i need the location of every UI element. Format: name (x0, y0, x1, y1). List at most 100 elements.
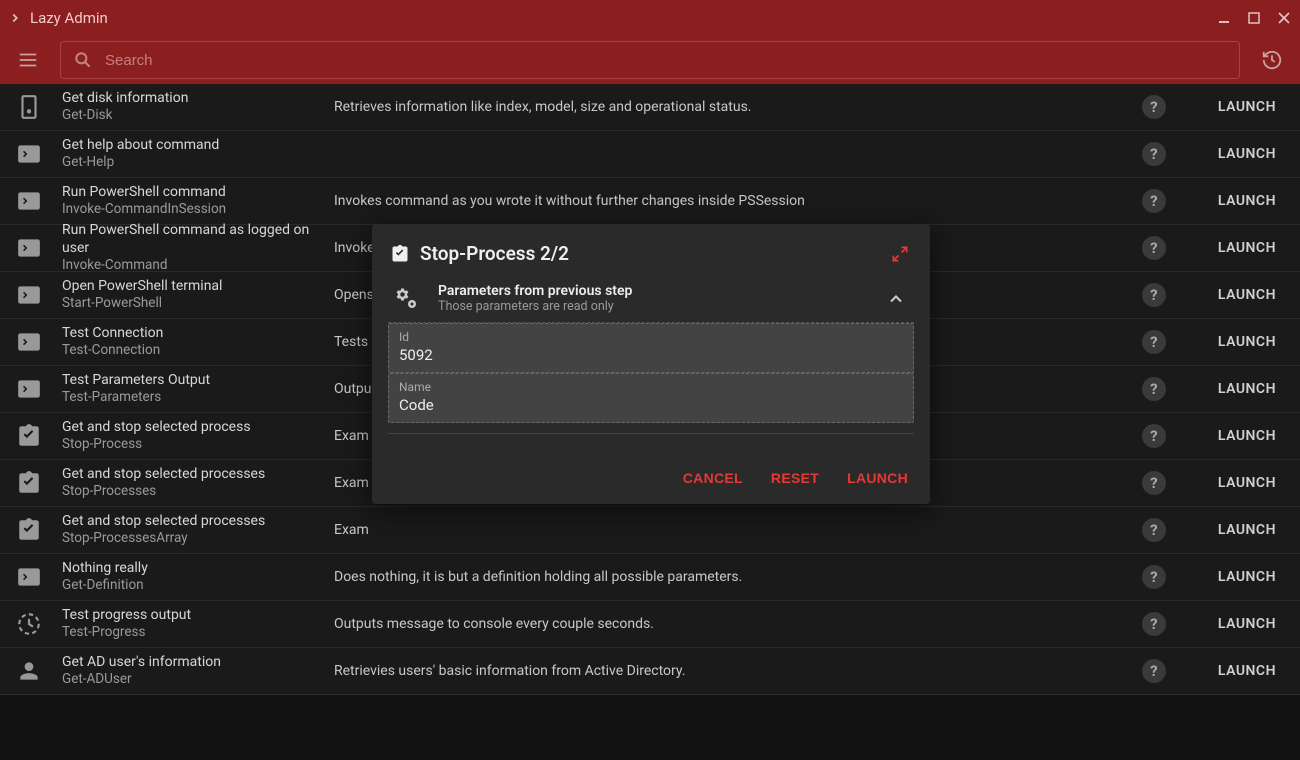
search-icon (73, 50, 93, 70)
launch-button[interactable]: LAUNCH (1208, 140, 1286, 168)
row-text: Get disk informationGet-Disk (62, 90, 316, 124)
help-button[interactable]: ? (1142, 142, 1166, 166)
help-button[interactable]: ? (1142, 189, 1166, 213)
section-title: Parameters from previous step (438, 283, 866, 299)
field-value: Code (399, 396, 903, 414)
launch-button[interactable]: LAUNCH (1208, 469, 1286, 497)
readonly-field: Id5092 (388, 323, 914, 373)
collapse-button[interactable] (882, 285, 910, 313)
launch-button[interactable]: LAUNCH (1208, 563, 1286, 591)
expand-button[interactable] (890, 244, 910, 264)
list-item[interactable]: Get help about commandGet-Help?LAUNCH (0, 131, 1300, 178)
row-text: Test Parameters OutputTest-Parameters (62, 372, 316, 406)
help-button[interactable]: ? (1142, 424, 1166, 448)
command-name: Get-ADUser (62, 671, 316, 688)
terminal-icon (14, 280, 44, 310)
command-title: Get help about command (62, 137, 316, 155)
help-button[interactable]: ? (1142, 330, 1166, 354)
command-title: Run PowerShell command as logged on user (62, 222, 316, 257)
maximize-button[interactable] (1246, 10, 1262, 26)
launch-button[interactable]: LAUNCH (1208, 328, 1286, 356)
command-title: Get and stop selected processes (62, 466, 316, 484)
command-name: Test-Parameters (62, 389, 316, 406)
field-label: Name (399, 380, 903, 394)
command-name: Stop-ProcessesArray (62, 530, 316, 547)
row-text: Nothing reallyGet-Definition (62, 560, 316, 594)
launch-button[interactable]: LAUNCH (1208, 422, 1286, 450)
row-text: Get AD user's informationGet-ADUser (62, 654, 316, 688)
launch-button[interactable]: LAUNCH (1208, 610, 1286, 638)
toolbar (0, 36, 1300, 84)
terminal-icon (14, 562, 44, 592)
list-item[interactable]: Run PowerShell commandInvoke-CommandInSe… (0, 178, 1300, 225)
terminal-icon (14, 186, 44, 216)
row-text: Open PowerShell terminalStart-PowerShell (62, 278, 316, 312)
disk-icon (14, 92, 44, 122)
command-title: Get AD user's information (62, 654, 316, 672)
close-button[interactable] (1276, 10, 1292, 26)
list-item[interactable]: Get and stop selected processesStop-Proc… (0, 507, 1300, 554)
command-title: Run PowerShell command (62, 184, 316, 202)
list-item[interactable]: Get disk informationGet-Disk Retrieves in… (0, 84, 1300, 131)
command-description: Retrieves information like index, model,… (334, 99, 1124, 115)
dialog-launch-button[interactable]: LAUNCH (847, 470, 908, 486)
help-button[interactable]: ? (1142, 471, 1166, 495)
launch-button[interactable]: LAUNCH (1208, 516, 1286, 544)
launch-button[interactable]: LAUNCH (1208, 234, 1286, 262)
dialog-title: Stop-Process 2/2 (420, 242, 880, 265)
dialog-fields: Id5092 Name Code (388, 322, 914, 423)
launch-button[interactable]: LAUNCH (1208, 281, 1286, 309)
row-text: Get and stop selected processesStop-Proc… (62, 466, 316, 500)
help-button[interactable]: ? (1142, 377, 1166, 401)
readonly-field: Name Code (388, 373, 914, 423)
cancel-button[interactable]: CANCEL (683, 470, 743, 486)
help-button[interactable]: ? (1142, 612, 1166, 636)
help-button[interactable]: ? (1142, 518, 1166, 542)
help-button[interactable]: ? (1142, 565, 1166, 589)
user-icon (14, 656, 44, 686)
terminal-icon (14, 327, 44, 357)
help-button[interactable]: ? (1142, 95, 1166, 119)
progress-icon (14, 609, 44, 639)
row-text: Run PowerShell command as logged on user… (62, 222, 316, 274)
titlebar: Lazy Admin (0, 0, 1300, 36)
launch-button[interactable]: LAUNCH (1208, 375, 1286, 403)
window-controls (1216, 10, 1292, 26)
menu-button[interactable] (14, 46, 42, 74)
row-text: Get and stop selected processesStop-Proc… (62, 513, 316, 547)
help-button[interactable]: ? (1142, 659, 1166, 683)
list-item[interactable]: Get AD user's informationGet-ADUserRetri… (0, 648, 1300, 695)
search-box[interactable] (60, 41, 1240, 79)
command-title: Test Connection (62, 325, 316, 343)
gears-icon (392, 287, 422, 311)
command-name: Test-Progress (62, 624, 316, 641)
history-button[interactable] (1258, 46, 1286, 74)
list-item[interactable]: Test progress outputTest-ProgressOutputs… (0, 601, 1300, 648)
dialog-section-header[interactable]: Parameters from previous step Those para… (372, 275, 930, 322)
reset-button[interactable]: RESET (771, 470, 819, 486)
terminal-icon (14, 374, 44, 404)
command-name: Test-Connection (62, 342, 316, 359)
help-button[interactable]: ? (1142, 236, 1166, 260)
command-title: Nothing really (62, 560, 316, 578)
command-title: Get and stop selected processes (62, 513, 316, 531)
minimize-button[interactable] (1216, 10, 1232, 26)
field-value: 5092 (399, 346, 903, 364)
command-title: Open PowerShell terminal (62, 278, 316, 296)
command-name: Stop-Processes (62, 483, 316, 500)
launch-button[interactable]: LAUNCH (1208, 657, 1286, 685)
chevron-right-icon (8, 11, 22, 25)
row-text: Run PowerShell commandInvoke-CommandInSe… (62, 184, 316, 218)
launch-button[interactable]: LAUNCH (1208, 93, 1286, 121)
launch-button[interactable]: LAUNCH (1208, 187, 1286, 215)
terminal-icon (14, 233, 44, 263)
list-item[interactable]: Nothing reallyGet-DefinitionDoes nothing… (0, 554, 1300, 601)
section-subtitle: Those parameters are read only (438, 299, 866, 314)
search-input[interactable] (105, 52, 1227, 69)
help-button[interactable]: ? (1142, 283, 1166, 307)
task-icon (390, 244, 410, 264)
command-name: Invoke-CommandInSession (62, 201, 316, 218)
command-title: Get and stop selected process (62, 419, 316, 437)
task-icon (14, 515, 44, 545)
dialog-stop-process: Stop-Process 2/2 Parameters from previou… (372, 224, 930, 504)
